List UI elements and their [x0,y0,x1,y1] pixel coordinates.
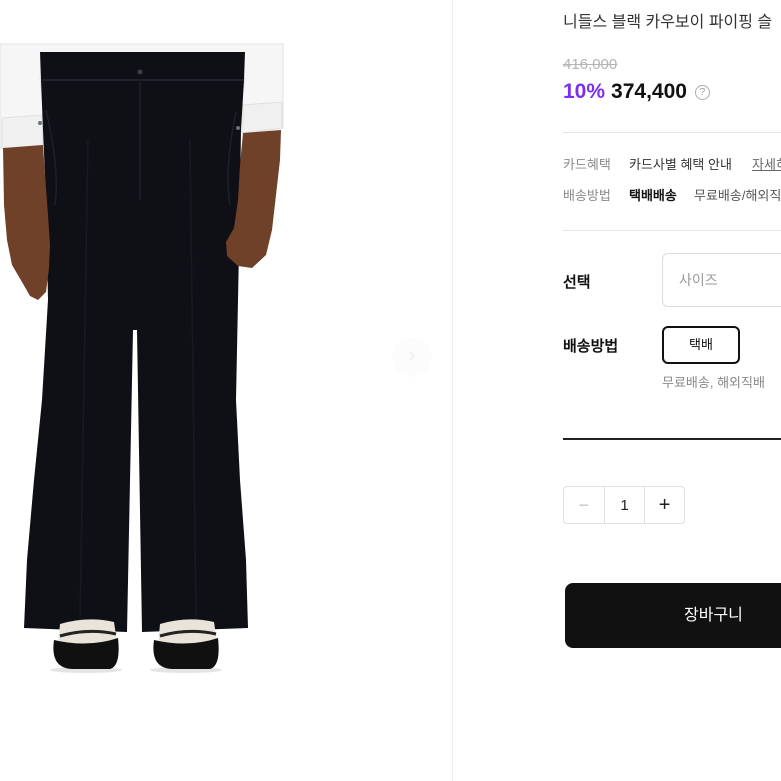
chevron-right-icon: › [407,344,417,369]
section-divider [563,438,781,440]
option-select-label: 선택 [563,274,591,291]
pants-button [137,69,143,75]
quantity-decrease-button[interactable]: − [564,487,604,523]
size-select[interactable]: 사이즈 [662,253,781,307]
model-left-shoe [53,619,119,669]
add-to-cart-button[interactable]: 장바구니 [565,583,781,648]
shipping-method-text: 무료배송/해외직 [694,188,781,203]
model-right-shoe [153,619,219,669]
sale-price: 374,400 [611,80,687,103]
quantity-increase-button[interactable]: + [644,487,684,523]
pants-left-rivet [38,121,42,125]
card-benefit-text: 카드사별 혜택 안내 [629,157,732,172]
quantity-stepper: − 1 + [563,486,685,524]
delivery-option-label: 배송방법 [563,338,619,355]
question-circle-icon[interactable]: ? [694,84,710,100]
divider [563,132,781,133]
product-info-panel: 니들스 블랙 카우보이 파이핑 슬 416,000 10% 374,400 ? … [563,0,781,781]
model-pants [24,52,248,632]
shirt-left-cuff [1,114,44,150]
discount-rate: 10% [563,80,606,103]
card-benefit-detail-link[interactable]: 자세히 [752,157,781,173]
pants-body [24,52,248,632]
quantity-value[interactable]: 1 [603,487,645,523]
pants-right-rivet [236,126,240,130]
gallery-next-button[interactable]: › [392,337,432,377]
model-left-hand [3,145,50,300]
price-row: 10% 374,400 ? [563,78,710,106]
product-photo [0,43,284,673]
gallery-divider [452,0,453,781]
shipping-method-value: 택배배송 [629,188,677,203]
product-gallery: › [0,0,452,781]
shirt-right-cuff [242,101,283,134]
delivery-option-note: 무료배송, 해외직배 [662,375,765,390]
original-price: 416,000 [563,56,618,73]
shipping-method-label: 배송방법 [563,188,611,203]
delivery-option-parcel-button[interactable]: 택배 [662,326,740,364]
divider [563,230,781,231]
size-select-placeholder: 사이즈 [679,272,718,288]
card-benefit-label: 카드혜택 [563,157,611,172]
product-title: 니들스 블랙 카우보이 파이핑 슬 [563,14,773,31]
